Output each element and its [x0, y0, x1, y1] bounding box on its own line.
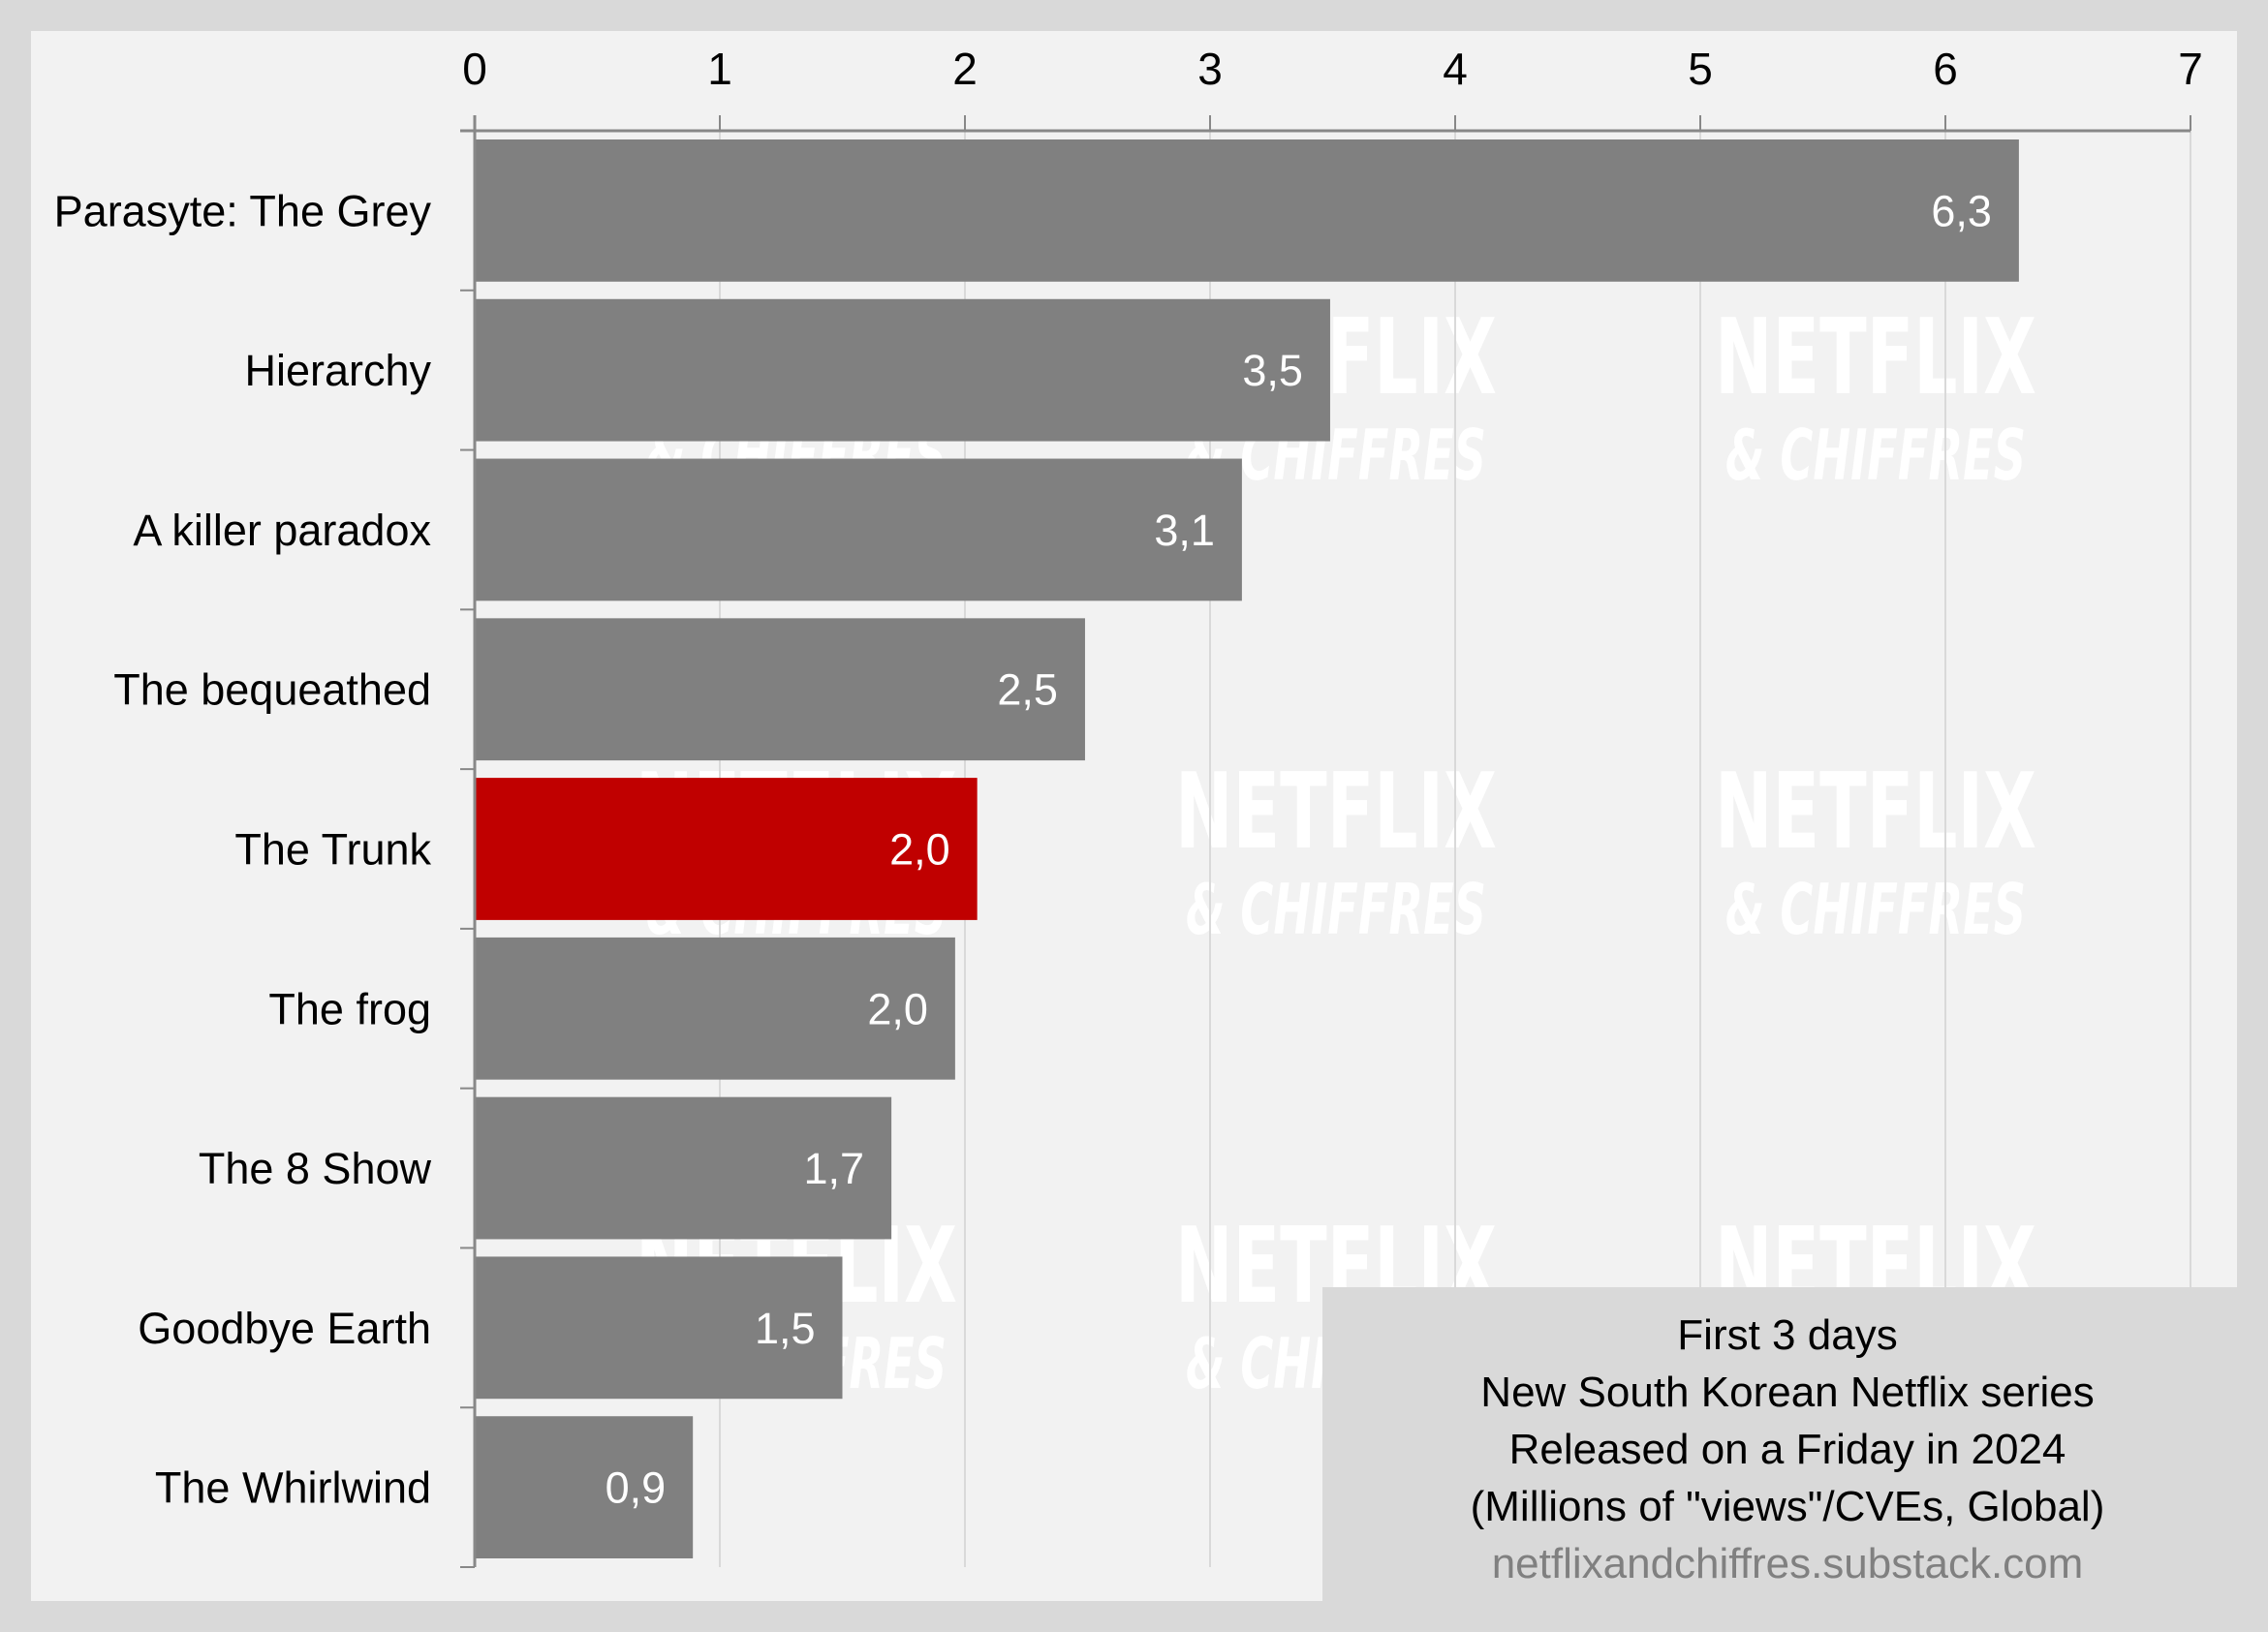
annotation-line-4: (Millions of "views"/CVEs, Global): [1470, 1483, 2105, 1530]
category-label: The Whirlwind: [155, 1463, 431, 1513]
value-label: 0,9: [606, 1463, 667, 1513]
value-label: 3,1: [1154, 506, 1215, 555]
bar: [475, 458, 1242, 601]
x-tick-label: 1: [707, 44, 732, 94]
value-label: 6,3: [1931, 186, 1992, 235]
bar: [475, 618, 1085, 761]
value-label: 1,5: [755, 1304, 816, 1353]
x-tick-label: 4: [1443, 44, 1468, 94]
category-label: The frog: [268, 984, 431, 1033]
x-tick-label: 3: [1197, 44, 1223, 94]
annotation-line-2: New South Korean Netflix series: [1480, 1369, 2095, 1416]
value-label: 2,0: [889, 825, 950, 875]
x-tick-label: 0: [462, 44, 487, 94]
watermark-title: NETFLIX: [1715, 297, 2036, 418]
value-label: 2,0: [867, 984, 928, 1033]
category-label: Goodbye Earth: [138, 1304, 431, 1353]
bar: [475, 298, 1330, 442]
bar: [475, 139, 2019, 282]
annotation-line-1: First 3 days: [1677, 1311, 1898, 1359]
category-label: The Trunk: [234, 825, 431, 875]
value-label: 1,7: [804, 1144, 865, 1193]
annotation-box: First 3 days New South Korean Netflix se…: [1322, 1287, 2268, 1632]
category-label: Hierarchy: [244, 346, 431, 395]
x-tick-label: 6: [1933, 44, 1958, 94]
watermark-title: NETFLIX: [1175, 752, 1497, 873]
watermark-subtitle: & CHIFFRES: [1186, 869, 1486, 950]
watermark-subtitle: & CHIFFRES: [1725, 415, 2026, 496]
watermark-title: NETFLIX: [1715, 752, 2036, 873]
x-tick-label: 7: [2178, 44, 2203, 94]
source-url[interactable]: netflixandchiffres.substack.com: [1322, 1535, 2252, 1592]
annotation-line-3: Released on a Friday in 2024: [1508, 1426, 2066, 1473]
value-label: 2,5: [997, 665, 1058, 715]
category-label: The 8 Show: [199, 1144, 432, 1193]
category-label: The bequeathed: [113, 665, 431, 715]
x-tick-label: 2: [952, 44, 978, 94]
category-label: A killer paradox: [133, 506, 431, 555]
value-label: 3,5: [1242, 346, 1303, 395]
x-tick-label: 5: [1688, 44, 1713, 94]
watermark-subtitle: & CHIFFRES: [1725, 869, 2026, 950]
category-label: Parasyte: The Grey: [54, 186, 432, 235]
